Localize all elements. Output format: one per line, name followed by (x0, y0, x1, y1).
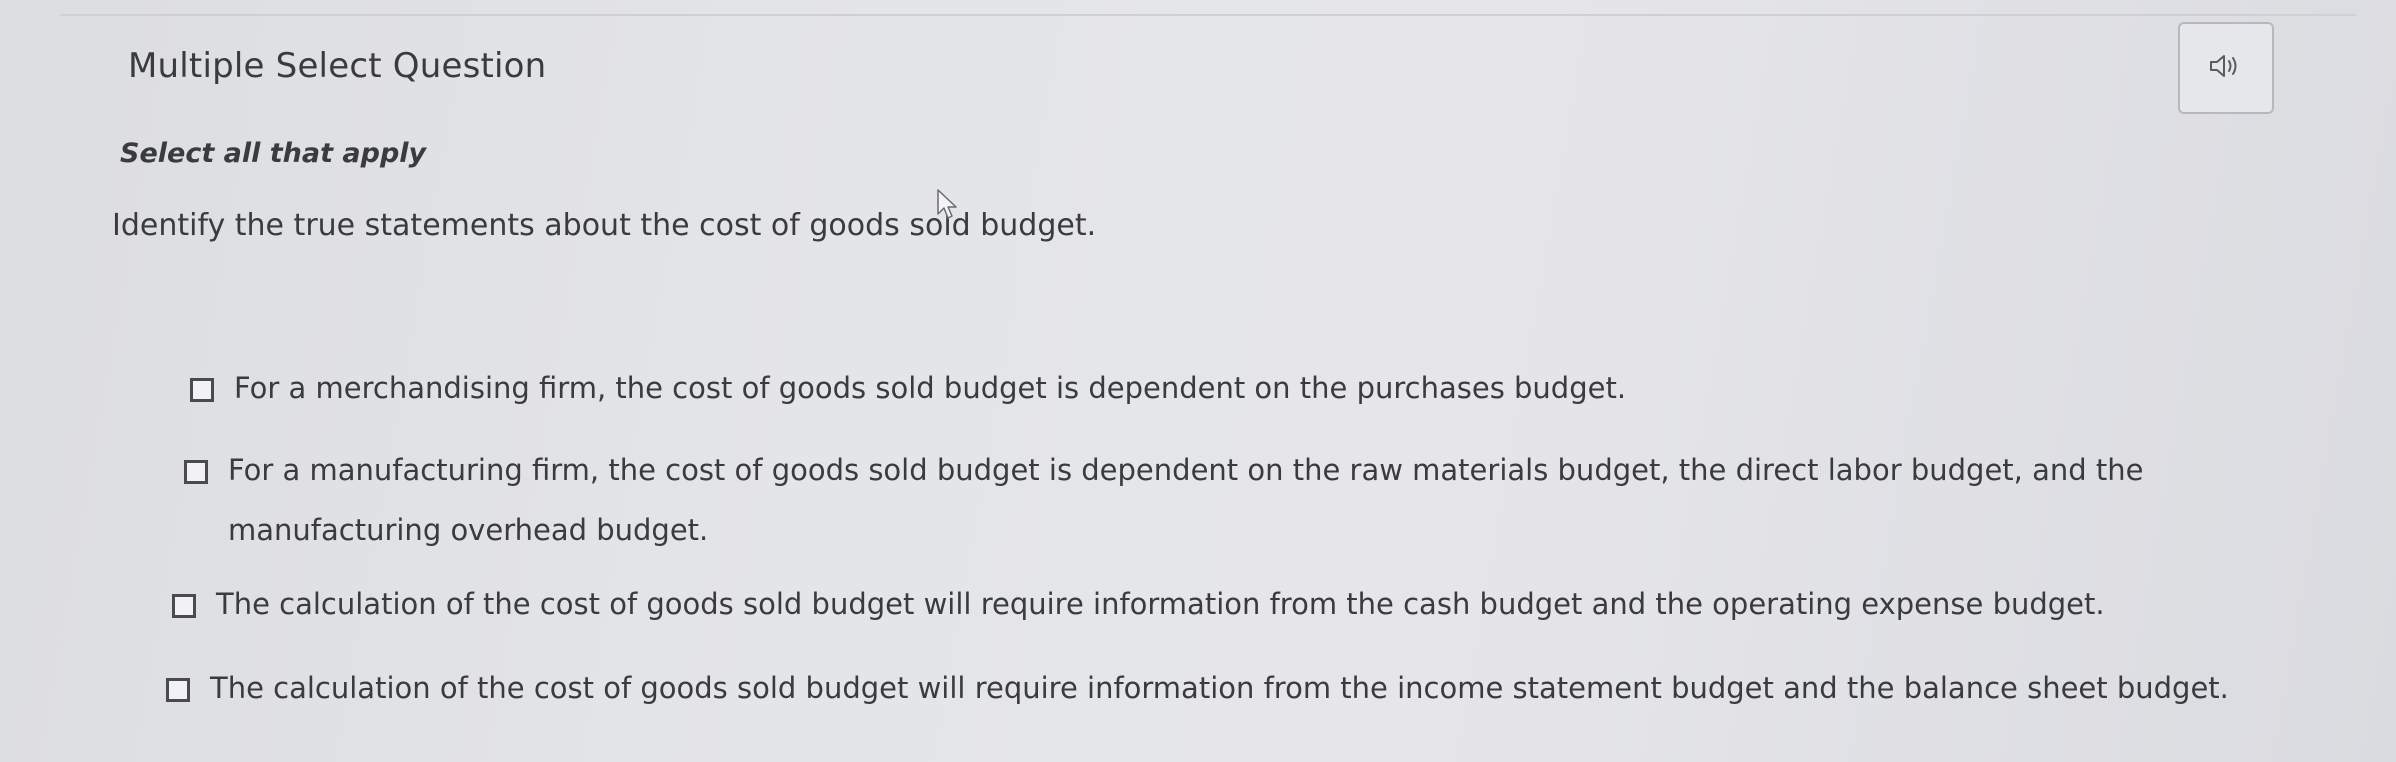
answer-option-2[interactable]: For a manufacturing firm, the cost of go… (184, 453, 2284, 560)
answer-option-label: The calculation of the cost of goods sol… (216, 587, 2105, 621)
checkbox[interactable] (172, 594, 196, 618)
question-type-title: Multiple Select Question (128, 46, 547, 86)
answer-option-4[interactable]: The calculation of the cost of goods sol… (166, 671, 2266, 718)
checkbox[interactable] (166, 678, 190, 702)
top-divider (60, 14, 2356, 16)
answer-option-3[interactable]: The calculation of the cost of goods sol… (172, 587, 2272, 634)
answer-option-1[interactable]: For a merchandising firm, the cost of go… (190, 371, 2290, 418)
select-instruction: Select all that apply (120, 138, 427, 169)
read-aloud-button[interactable] (2178, 22, 2274, 114)
checkbox[interactable] (184, 460, 208, 484)
answer-option-label: For a manufacturing firm, the cost of go… (228, 453, 2144, 547)
mouse-pointer-icon (936, 188, 958, 226)
answer-option-label: The calculation of the cost of goods sol… (210, 671, 2229, 705)
speaker-icon (2208, 52, 2244, 84)
checkbox[interactable] (190, 378, 214, 402)
answer-option-label: For a merchandising firm, the cost of go… (234, 371, 1627, 405)
